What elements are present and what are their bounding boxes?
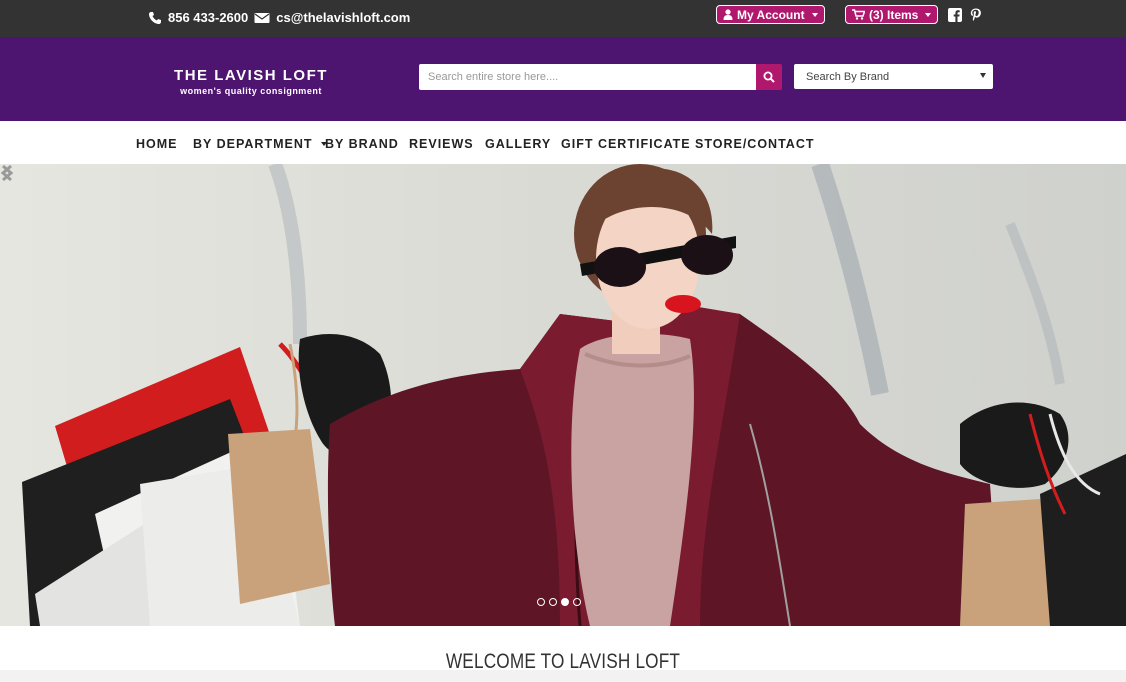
my-account-button[interactable]: My Account	[716, 5, 825, 24]
nav-label: GALLERY	[485, 137, 552, 151]
slider-dot-4[interactable]	[573, 598, 581, 606]
nav-label: GIFT CERTIFICATE	[561, 137, 691, 151]
slider-dot-1[interactable]	[537, 598, 545, 606]
logo-tagline: women's quality consignment	[180, 86, 322, 96]
phone-icon	[149, 11, 161, 24]
hero-slider[interactable]	[0, 164, 1126, 626]
logo-title: THE LAVISH LOFT	[174, 67, 328, 84]
nav-label: REVIEWS	[409, 137, 474, 151]
slider-dot-3[interactable]	[561, 598, 569, 606]
top-bar: 856 433-2600 cs@thelavishloft.com My Acc…	[0, 0, 1126, 37]
facebook-icon[interactable]	[948, 8, 962, 22]
nav-label: HOME	[136, 137, 178, 151]
search-input[interactable]: Search entire store here....	[419, 64, 757, 90]
cart-label: (3) Items	[869, 7, 919, 22]
pinterest-icon[interactable]	[969, 8, 983, 22]
search-icon	[763, 71, 775, 83]
chevron-down-icon	[811, 12, 818, 17]
nav-label: STORE/CONTACT	[695, 137, 815, 151]
slider-dot-2[interactable]	[549, 598, 557, 606]
brand-select-value: Search By Brand	[806, 70, 890, 83]
nav-item-by-department[interactable]: BY DEPARTMENT	[193, 137, 327, 151]
site-logo[interactable]: THE LAVISH LOFT women's quality consignm…	[168, 67, 334, 96]
phone-number[interactable]: 856 433-2600	[168, 10, 248, 25]
search-button[interactable]	[756, 64, 782, 90]
email-address[interactable]: cs@thelavishloft.com	[276, 10, 410, 25]
contact-info: 856 433-2600 cs@thelavishloft.com	[148, 10, 410, 25]
nav-label: BY DEPARTMENT	[193, 137, 313, 151]
user-icon	[723, 9, 733, 20]
nav-item-home[interactable]: HOME	[136, 137, 178, 151]
nav-item-reviews[interactable]: REVIEWS	[409, 137, 474, 151]
main-nav: HOME BY DEPARTMENT BY BRAND REVIEWS GALL…	[0, 121, 1126, 164]
nav-item-store-contact[interactable]: STORE/CONTACT	[695, 137, 814, 151]
cart-button[interactable]: (3) Items	[845, 5, 939, 24]
chevron-down-icon	[925, 12, 932, 17]
nav-item-gallery[interactable]: GALLERY	[485, 137, 551, 151]
slider-dots	[537, 598, 581, 606]
cart-icon	[852, 9, 865, 20]
my-account-label: My Account	[737, 7, 805, 22]
slider-next-arrow[interactable]	[0, 164, 14, 182]
nav-item-gift-certificate[interactable]: GIFT CERTIFICATE	[561, 137, 691, 151]
nav-item-by-brand[interactable]: BY BRAND	[325, 137, 399, 151]
hero-image	[0, 164, 1126, 626]
site-header: THE LAVISH LOFT women's quality consignm…	[0, 37, 1126, 121]
envelope-icon	[254, 12, 270, 23]
nav-label: BY BRAND	[325, 137, 399, 151]
chevron-down-icon	[980, 73, 986, 78]
section-divider	[0, 670, 1126, 682]
brand-select[interactable]: Search By Brand	[794, 64, 993, 89]
